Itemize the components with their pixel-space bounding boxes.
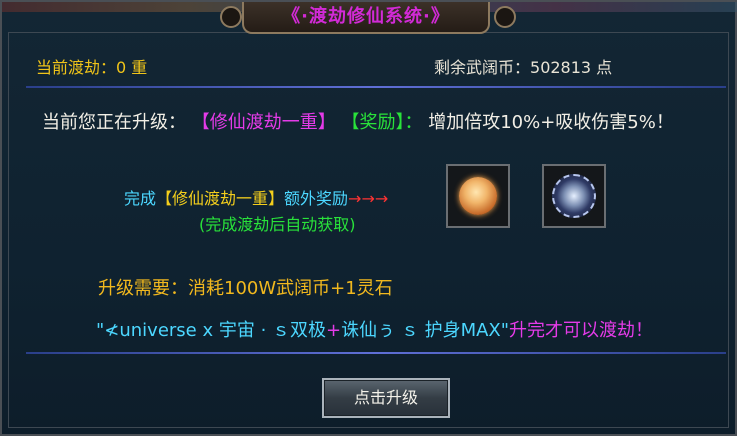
reward-colon: ： — [404, 112, 423, 133]
title-ornament-right-icon — [494, 6, 516, 28]
divider-bottom — [26, 352, 726, 354]
max-item-2: 诛仙ぅ ｓ 护身MAX — [341, 320, 501, 341]
title-ornament-left-icon — [220, 6, 242, 28]
upgrade-requirement: 升级需要：消耗100W武阔币+1灵石 — [98, 278, 393, 299]
reward-tag: 【奖励】 — [341, 112, 405, 133]
remaining-coins-label: 剩余武阔币： — [434, 58, 531, 77]
upgrade-button[interactable]: 点击升级 — [322, 378, 450, 418]
completion-reward-row: 完成【修仙渡劫一重】额外奖励→→→ — [124, 185, 388, 209]
remaining-coins-value: 502813 点 — [530, 58, 613, 77]
max-requirement-row: "≮universe x 宇宙 · ｓ双极+诛仙ぅ ｓ 护身MAX"升完才可以渡… — [96, 316, 653, 342]
completion-suffix: 额外奖励 — [284, 189, 349, 208]
current-tribulation-value: 0 重 — [116, 58, 148, 77]
window-title: 《·渡劫修仙系统·》 — [282, 6, 450, 27]
upgrade-prefix: 当前您正在升级： — [42, 112, 186, 133]
completion-stage: 【修仙渡劫一重】 — [156, 189, 285, 208]
upgrade-target: 【修仙渡劫一重】 — [191, 112, 336, 133]
auto-obtain-note: (完成渡劫后自动获取) — [199, 215, 356, 234]
reward-item-slot-2[interactable] — [542, 164, 606, 228]
arrow-icon: →→→ — [348, 189, 389, 208]
max-suffix: 升完才可以渡劫！ — [509, 320, 654, 341]
max-item-1: ≮universe x 宇宙 · ｓ双极 — [104, 320, 327, 341]
system-window: 《·渡劫修仙系统·》 当前渡劫：0 重 剩余武阔币：502813 点 当前您正在… — [0, 0, 737, 436]
max-plus: + — [326, 320, 342, 341]
remaining-coins: 剩余武阔币：502813 点 — [434, 54, 612, 78]
current-tribulation-label: 当前渡劫： — [36, 58, 117, 77]
divider-top — [26, 86, 726, 88]
orb-icon — [459, 177, 497, 215]
reward-item-slot-1[interactable] — [446, 164, 510, 228]
quote-close: " — [500, 320, 510, 341]
current-tribulation: 当前渡劫：0 重 — [36, 54, 147, 78]
reward-text: 增加倍攻10%+吸收伤害5%！ — [428, 112, 674, 133]
window-inner-border — [8, 32, 729, 428]
completion-prefix: 完成 — [124, 189, 157, 208]
wheel-icon — [552, 174, 596, 218]
title-plate: 《·渡劫修仙系统·》 — [242, 2, 490, 34]
upgrade-info-row: 当前您正在升级： 【修仙渡劫一重】 【奖励】： 增加倍攻10%+吸收伤害5%！ — [42, 108, 674, 134]
